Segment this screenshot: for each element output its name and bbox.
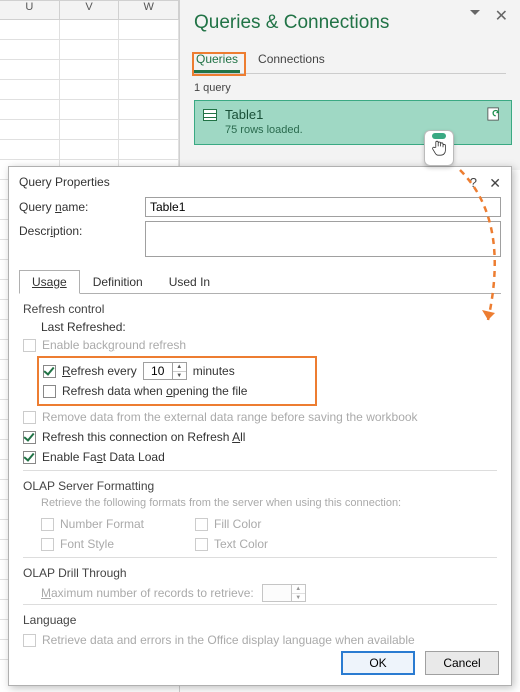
query-item-status: 75 rows loaded. (225, 124, 503, 136)
col-header[interactable]: W (119, 0, 179, 20)
max-records-spinner: ▲▼ (262, 584, 306, 602)
last-refreshed-label: Last Refreshed: (41, 320, 497, 334)
tab-queries[interactable]: Queries (194, 48, 240, 73)
cb-background-refresh-label: Enable background refresh (42, 338, 186, 352)
tab-usage[interactable]: Usage (19, 270, 80, 294)
query-name-input[interactable] (145, 197, 501, 217)
col-header[interactable]: V (60, 0, 120, 20)
chevron-down-icon[interactable] (470, 10, 480, 15)
minutes-label: minutes (193, 364, 235, 378)
spin-up[interactable]: ▲ (173, 363, 186, 372)
cb-language (23, 634, 36, 647)
refresh-icon[interactable] (487, 107, 501, 121)
refresh-interval-input[interactable] (144, 363, 172, 379)
cb-text-color-label: Text Color (214, 537, 268, 551)
tab-connections[interactable]: Connections (256, 48, 327, 73)
cb-font-style-label: Font Style (60, 537, 114, 551)
description-label: Description: (19, 221, 139, 238)
language-heading: Language (23, 613, 497, 627)
cb-remove-data-label: Remove data from the external data range… (42, 410, 418, 424)
cb-fill-color (195, 518, 208, 531)
cb-font-style (41, 538, 54, 551)
cb-language-label: Retrieve data and errors in the Office d… (42, 633, 415, 647)
col-header[interactable]: U (0, 0, 60, 20)
query-item-name: Table1 (225, 107, 503, 122)
cb-refresh-on-open-label: Refresh data when opening the file (62, 384, 247, 398)
query-item[interactable]: Table1 75 rows loaded. (194, 100, 512, 145)
dialog-title: Query Properties (19, 175, 110, 189)
cb-fill-color-label: Fill Color (214, 517, 261, 531)
max-records-input (263, 585, 291, 601)
close-button[interactable]: ✕ (489, 175, 501, 192)
close-icon[interactable]: ✕ (495, 6, 508, 26)
ok-button[interactable]: OK (341, 651, 415, 675)
cb-background-refresh (23, 339, 36, 352)
olap-hint: Retrieve the following formats from the … (41, 497, 497, 509)
help-button[interactable]: ? (470, 175, 477, 190)
cb-refresh-all[interactable] (23, 431, 36, 444)
olap-drill-heading: OLAP Drill Through (23, 566, 497, 580)
cb-remove-data (23, 411, 36, 424)
cb-refresh-every-label: Refresh every (62, 364, 137, 378)
tab-usedin[interactable]: Used In (156, 270, 223, 294)
hand-cursor-icon (431, 139, 447, 157)
cancel-button[interactable]: Cancel (425, 651, 499, 675)
cursor-annotation (424, 130, 454, 166)
refresh-control-heading: Refresh control (23, 302, 497, 316)
spin-down[interactable]: ▼ (173, 372, 186, 380)
description-input[interactable] (145, 221, 501, 257)
cb-refresh-all-label: Refresh this connection on Refresh All (42, 430, 245, 444)
annotation-highlight: Refresh every ▲▼ minutes Refresh data wh… (37, 356, 317, 406)
dialog-tabs: Usage Definition Used In (19, 269, 501, 294)
table-icon (203, 109, 217, 121)
query-name-label: Query name: (19, 197, 139, 214)
query-count: 1 query (194, 82, 506, 94)
refresh-interval-spinner[interactable]: ▲▼ (143, 362, 187, 380)
cb-refresh-on-open[interactable] (43, 385, 56, 398)
cb-number-format-label: Number Format (60, 517, 144, 531)
cb-refresh-every[interactable] (43, 365, 56, 378)
query-properties-dialog: Query Properties ? ✕ Query name: Descrip… (8, 166, 512, 686)
cb-fast-load[interactable] (23, 451, 36, 464)
queries-pane: Queries & Connections ✕ Queries Connecti… (180, 0, 520, 170)
olap-formatting-heading: OLAP Server Formatting (23, 479, 497, 493)
cb-text-color (195, 538, 208, 551)
pane-title: Queries & Connections (194, 12, 506, 34)
cb-fast-load-label: Enable Fast Data Load (42, 450, 165, 464)
tab-definition[interactable]: Definition (80, 270, 156, 294)
max-records-label: Maximum number of records to retrieve: (41, 586, 254, 600)
cb-number-format (41, 518, 54, 531)
